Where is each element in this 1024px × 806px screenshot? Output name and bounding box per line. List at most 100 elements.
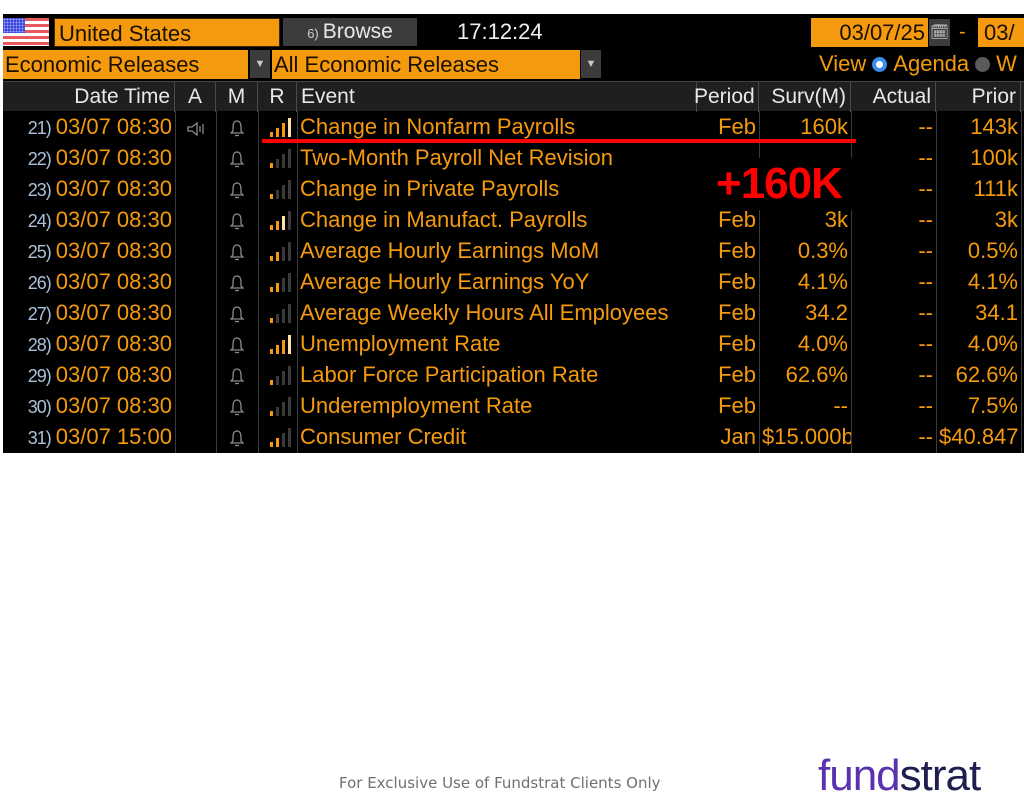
event-cell[interactable]: Change in Private Payrolls (297, 173, 697, 204)
alert-cell[interactable] (216, 328, 258, 359)
datetime-cell[interactable]: 26) 03/07 08:30 (3, 266, 175, 297)
datetime-cell[interactable]: 21) 03/07 08:30 (3, 111, 175, 142)
bell-icon[interactable] (230, 244, 244, 261)
bell-icon[interactable] (230, 399, 244, 416)
row-number: 24) (27, 211, 52, 231)
category-select[interactable]: Economic Releases (3, 50, 248, 79)
col-header-actual[interactable]: Actual (851, 82, 936, 112)
col-header-event[interactable]: Event (297, 82, 697, 112)
datetime-cell[interactable]: 25) 03/07 08:30 (3, 235, 175, 266)
alert-cell[interactable] (216, 173, 258, 204)
event-cell[interactable]: Underemployment Rate (297, 390, 697, 421)
bell-icon[interactable] (230, 151, 244, 168)
audio-cell[interactable] (175, 173, 216, 204)
table-row[interactable]: 30) 03/07 08:30 Underemployment Rate Feb -- -… (3, 390, 1024, 421)
datetime-cell[interactable]: 30) 03/07 08:30 (3, 390, 175, 421)
event-cell[interactable]: Average Hourly Earnings YoY (297, 266, 697, 297)
datetime-cell[interactable]: 27) 03/07 08:30 (3, 297, 175, 328)
col-header-period[interactable]: Period (690, 82, 759, 112)
alert-cell[interactable] (216, 204, 258, 235)
event-cell[interactable]: Change in Nonfarm Payrolls (297, 111, 697, 142)
audio-cell[interactable] (175, 328, 216, 359)
table-row[interactable]: 28) 03/07 08:30 Unemployment Rate Feb 4.0% --… (3, 328, 1024, 359)
bell-icon[interactable] (230, 213, 244, 230)
browse-button[interactable]: 6) Browse (283, 18, 417, 46)
date-from-input[interactable]: 03/07/25 (811, 18, 928, 47)
alert-cell[interactable] (216, 111, 258, 142)
audio-cell[interactable] (175, 390, 216, 421)
bell-icon[interactable] (230, 120, 244, 137)
col-header-r[interactable]: R (258, 82, 297, 112)
event-cell[interactable]: Consumer Credit (297, 421, 697, 452)
radio-week[interactable] (975, 56, 991, 72)
bell-icon[interactable] (230, 306, 244, 323)
relevance-bar (276, 345, 279, 354)
radio-agenda[interactable] (872, 56, 888, 72)
datetime-cell[interactable]: 23) 03/07 08:30 (3, 173, 175, 204)
view-option-agenda[interactable]: Agenda (893, 50, 969, 78)
subcategory-dropdown-arrow-icon[interactable]: ▼ (581, 50, 601, 78)
category-dropdown-arrow-icon[interactable]: ▼ (250, 50, 270, 78)
bell-icon[interactable] (230, 182, 244, 199)
alert-cell[interactable] (216, 359, 258, 390)
calendar-icon[interactable]: 🗓 (929, 19, 950, 46)
row-number: 27) (27, 304, 52, 324)
alert-cell[interactable] (216, 421, 258, 452)
table-row[interactable]: 22) 03/07 08:30 Two-Month Payroll Net Revi… (3, 142, 1024, 173)
country-selector[interactable]: United States (54, 18, 280, 47)
audio-cell[interactable] (175, 204, 216, 235)
datetime-cell[interactable]: 22) 03/07 08:30 (3, 142, 175, 173)
row-number: 28) (27, 335, 52, 355)
bell-icon[interactable] (230, 337, 244, 354)
col-header-a[interactable]: A (175, 82, 216, 112)
audio-cell[interactable] (175, 235, 216, 266)
audio-cell[interactable] (175, 142, 216, 173)
table-row[interactable]: 25) 03/07 08:30 Average Hourly Earnings Mo… (3, 235, 1024, 266)
survey-cell: 4.1% (797, 269, 848, 294)
datetime-cell[interactable]: 31) 03/07 15:00 (3, 421, 175, 452)
audio-cell[interactable] (175, 266, 216, 297)
speaker-icon[interactable] (186, 121, 206, 137)
col-header-surv[interactable]: Surv(M) (759, 82, 851, 112)
event-cell[interactable]: Average Hourly Earnings MoM (297, 235, 697, 266)
alert-cell[interactable] (216, 266, 258, 297)
table-row[interactable]: 29) 03/07 08:30 Labor Force Participation … (3, 359, 1024, 390)
bell-icon[interactable] (230, 368, 244, 385)
bell-icon[interactable] (230, 275, 244, 292)
table-row[interactable]: 27) 03/07 08:30 Average Weekly Hours All E… (3, 297, 1024, 328)
audio-cell[interactable] (175, 421, 216, 452)
table-row[interactable]: 31) 03/07 15:00 Consumer Credit Jan $15.000b… (3, 421, 1024, 452)
view-option-week[interactable]: W (996, 50, 1017, 78)
alert-cell[interactable] (216, 235, 258, 266)
event-cell[interactable]: Two-Month Payroll Net Revision (297, 142, 697, 173)
datetime-cell[interactable]: 24) 03/07 08:30 (3, 204, 175, 235)
event-cell[interactable]: Average Weekly Hours All Employees (297, 297, 697, 328)
relevance-bar (276, 314, 279, 323)
event-cell[interactable]: Change in Manufact. Payrolls (297, 204, 697, 235)
alert-cell[interactable] (216, 297, 258, 328)
audio-cell[interactable] (175, 359, 216, 390)
table-row[interactable]: 24) 03/07 08:30 Change in Manufact. Payrol… (3, 204, 1024, 235)
table-row[interactable]: 21) 03/07 08:30 Change in Nonfarm Payrolls… (3, 111, 1024, 142)
event-cell[interactable]: Labor Force Participation Rate (297, 359, 697, 390)
date-to-input[interactable]: 03/ (978, 18, 1024, 47)
table-row[interactable]: 26) 03/07 08:30 Average Hourly Earnings Yo… (3, 266, 1024, 297)
relevance-bar (270, 442, 273, 447)
bell-icon[interactable] (230, 430, 244, 447)
subcategory-select[interactable]: All Economic Releases (272, 50, 580, 79)
col-header-datetime[interactable]: Date Time (3, 82, 175, 112)
datetime-cell[interactable]: 28) 03/07 08:30 (3, 328, 175, 359)
audio-cell[interactable] (175, 297, 216, 328)
alert-cell[interactable] (216, 390, 258, 421)
col-header-m[interactable]: M (216, 82, 258, 112)
event-cell[interactable]: Unemployment Rate (297, 328, 697, 359)
table-row[interactable]: 23) 03/07 08:30 Change in Private Payrolls… (3, 173, 1024, 204)
datetime-cell[interactable]: 29) 03/07 08:30 (3, 359, 175, 390)
audio-cell[interactable] (175, 111, 216, 142)
relevance-cell (258, 204, 297, 235)
col-header-prior[interactable]: Prior (936, 82, 1021, 112)
row-number: 31) (27, 428, 52, 448)
prior-cell: 62.6% (955, 362, 1018, 387)
relevance-bar (288, 397, 291, 416)
alert-cell[interactable] (216, 142, 258, 173)
